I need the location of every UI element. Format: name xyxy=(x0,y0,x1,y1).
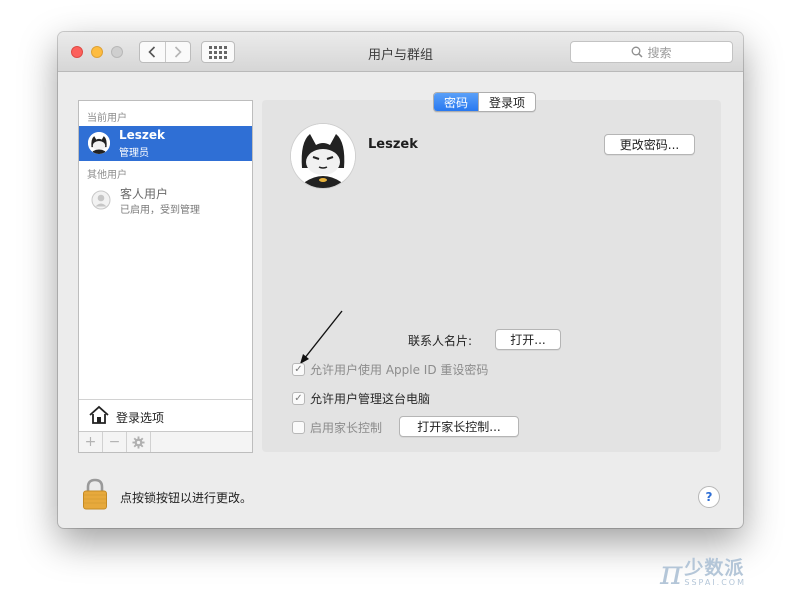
cat-avatar-icon xyxy=(88,132,110,154)
user-role: 管理员 xyxy=(119,148,149,159)
cat-avatar-icon xyxy=(291,124,355,188)
admin-option: ✓ 允许用户管理这台电脑 xyxy=(292,390,430,407)
user-full-name: Leszek xyxy=(368,137,418,152)
search-icon xyxy=(632,46,644,58)
open-contact-button[interactable]: 打开... xyxy=(495,329,561,350)
watermark-name: 少数派 xyxy=(684,556,745,579)
help-button[interactable]: ? xyxy=(698,486,720,508)
annotation-arrow-icon xyxy=(300,310,343,364)
lock-hint: 点按锁按钮以进行更改。 xyxy=(120,491,253,505)
admin-checkbox[interactable]: ✓ xyxy=(292,392,305,405)
apple-id-reset-option: ✓ 允许用户使用 Apple ID 重设密码 xyxy=(292,361,488,378)
preferences-window: 用户与群组 搜索 当前用户 Leszek 管理员 其他用户 客人用户 已启用，受… xyxy=(58,32,743,528)
parental-controls-label: 启用家长控制 xyxy=(310,421,383,435)
admin-label: 允许用户管理这台电脑 xyxy=(310,392,431,406)
tab-password[interactable]: 密码 xyxy=(434,93,479,111)
add-user-button[interactable]: + xyxy=(79,432,103,452)
current-users-label: 当前用户 xyxy=(87,113,127,124)
login-options-label: 登录选项 xyxy=(116,411,165,425)
gear-icon xyxy=(132,435,145,449)
parental-controls-option: 启用家长控制 xyxy=(292,419,382,436)
tab-control: 密码 登录项 xyxy=(433,92,537,112)
change-password-button[interactable]: 更改密码... xyxy=(604,134,695,155)
house-icon xyxy=(89,405,109,424)
parental-controls-checkbox[interactable] xyxy=(292,421,305,434)
guest-user-status: 已启用，受到管理 xyxy=(120,205,200,216)
user-row-leszek[interactable]: Leszek 管理员 xyxy=(79,126,252,161)
login-options-row[interactable]: 登录选项 xyxy=(79,399,252,431)
search-placeholder: 搜索 xyxy=(647,45,672,60)
user-name: Leszek xyxy=(119,128,166,142)
watermark-domain: SSPAI.COM xyxy=(684,578,746,588)
pi-logo-icon: π xyxy=(660,553,683,593)
other-users-label: 其他用户 xyxy=(87,170,127,181)
user-silhouette-icon xyxy=(91,190,111,210)
contact-card-label: 联系人名片: xyxy=(408,334,473,348)
user-list: 当前用户 Leszek 管理员 其他用户 客人用户 已启用，受到管理 登录选项 … xyxy=(78,100,253,453)
watermark-logo: π 少数派 SSPAI.COM xyxy=(660,556,746,590)
guest-user-name: 客人用户 xyxy=(120,187,169,201)
user-avatar-large[interactable] xyxy=(291,124,355,188)
user-row-guest[interactable]: 客人用户 已启用，受到管理 xyxy=(79,183,252,219)
apple-id-reset-checkbox[interactable]: ✓ xyxy=(292,363,305,376)
user-list-toolbar: + − xyxy=(79,431,252,452)
remove-user-button[interactable]: − xyxy=(103,432,127,452)
watermark-text: 少数派 SSPAI.COM xyxy=(684,556,746,588)
tab-login-items[interactable]: 登录项 xyxy=(478,93,535,111)
title-bar: 用户与群组 搜索 xyxy=(58,32,743,72)
avatar xyxy=(88,132,110,154)
search-field[interactable]: 搜索 xyxy=(570,41,733,63)
apple-id-reset-label: 允许用户使用 Apple ID 重设密码 xyxy=(310,363,489,377)
lock-icon[interactable] xyxy=(82,478,108,510)
open-parental-controls-button[interactable]: 打开家长控制... xyxy=(399,416,519,437)
action-menu-button[interactable] xyxy=(127,432,151,452)
